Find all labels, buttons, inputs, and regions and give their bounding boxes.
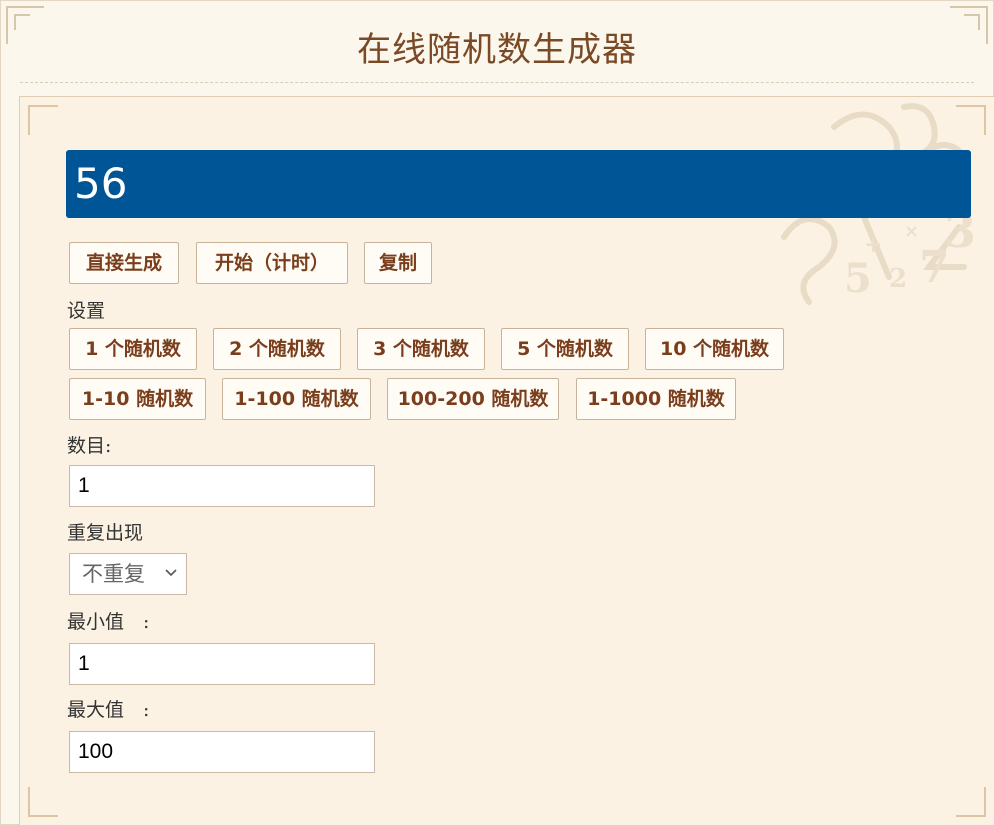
generator-panel: 5 2 7 3 + × 56 直接生成 开始（计时） 复制 设置 1 个随机数 … [19,96,994,825]
max-input[interactable] [69,731,375,773]
preset-3-numbers-button[interactable]: 3 个随机数 [357,328,485,370]
count-label: 数目: [67,435,112,457]
preset-1-number-button[interactable]: 1 个随机数 [69,328,197,370]
chevron-down-icon [165,569,177,577]
repeat-select[interactable]: 不重复 [69,553,187,595]
repeat-label: 重复出现 [67,522,144,544]
range-100-200-button[interactable]: 100-200 随机数 [387,378,559,420]
count-input[interactable] [69,465,375,507]
svg-text:2: 2 [889,264,907,294]
preset-5-numbers-button[interactable]: 5 个随机数 [501,328,629,370]
panel-corner-ornament [956,105,986,135]
min-label: 最小值 : [67,611,150,633]
range-1-10-button[interactable]: 1-10 随机数 [69,378,206,420]
settings-heading: 设置 [67,300,106,322]
min-input[interactable] [69,643,375,685]
preset-2-numbers-button[interactable]: 2 个随机数 [213,328,341,370]
svg-text:7: 7 [919,242,950,293]
panel-corner-ornament [28,105,58,135]
copy-button[interactable]: 复制 [364,242,432,284]
start-timer-button[interactable]: 开始（计时） [196,242,348,284]
panel-corner-ornament [28,787,58,817]
max-label: 最大值 : [67,699,150,721]
svg-text:5: 5 [844,255,872,302]
preset-10-numbers-button[interactable]: 10 个随机数 [645,328,784,370]
repeat-select-value: 不重复 [82,562,145,586]
random-result-display: 56 [66,150,971,218]
panel-corner-ornament [956,787,986,817]
svg-text:+: + [864,232,882,258]
range-1-1000-button[interactable]: 1-1000 随机数 [576,378,736,420]
generate-button[interactable]: 直接生成 [69,242,179,284]
page-title: 在线随机数生成器 [357,30,637,70]
page-header: 在线随机数生成器 [20,0,974,83]
range-1-100-button[interactable]: 1-100 随机数 [222,378,371,420]
svg-text:×: × [904,221,919,242]
